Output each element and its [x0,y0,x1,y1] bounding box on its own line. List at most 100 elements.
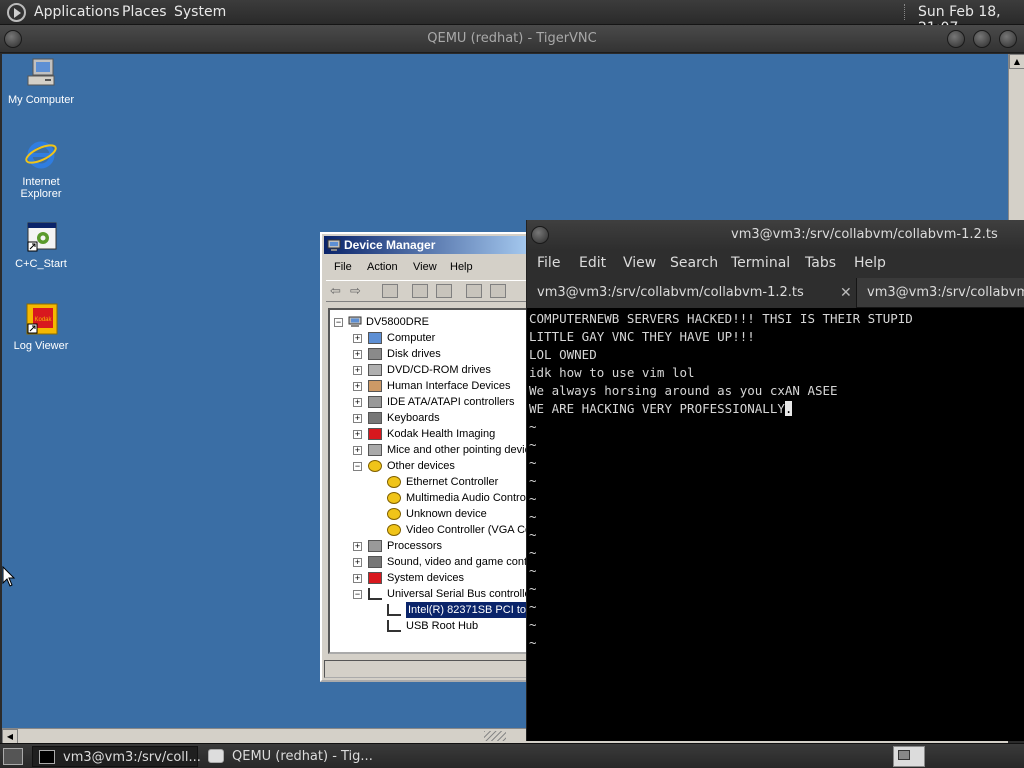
tree-item-label: System devices [387,572,465,584]
properties-icon[interactable] [412,284,428,298]
terminal-tab-active[interactable]: vm3@vm3:/srv/collabvm/collabvm-1.2.ts ✕ [527,278,857,308]
terminal-menu-search[interactable]: Search [670,255,718,271]
expand-icon[interactable]: + [353,558,362,567]
terminal-tab-inactive[interactable]: vm3@vm3:/srv/collabvm/c [857,278,1024,308]
expand-icon[interactable]: + [353,542,362,551]
taskbar-item-terminal[interactable]: vm3@vm3:/srv/coll... [32,746,201,767]
print-icon[interactable] [436,284,452,298]
tree-item-label: Video Controller (VGA Con [406,524,534,536]
tree-item-label: Universal Serial Bus controller [387,588,534,600]
back-icon[interactable]: ⇦ [330,283,341,299]
usb-icon [368,588,382,600]
maximize-icon[interactable] [973,30,991,48]
show-desktop-icon[interactable] [3,748,23,765]
internet-explorer-icon [24,138,58,172]
tree-item-label: Keyboards [387,412,440,424]
terminal-title: vm3@vm3:/srv/collabvm/collabvm-1.2.ts [731,227,998,242]
terminal-menu-file[interactable]: File [537,255,560,271]
workspace-switcher[interactable] [893,746,925,767]
menu-file[interactable]: File [334,261,352,273]
terminal-cursor: . [784,401,793,416]
terminal-menu-terminal[interactable]: Terminal [731,255,790,271]
device-category-icon [368,444,382,456]
expand-icon[interactable]: + [353,446,362,455]
system-menu[interactable]: System [174,4,226,20]
vim-empty-line-marker: ~ [529,509,537,524]
terminal-tab-label: vm3@vm3:/srv/collabvm/collabvm-1.2.ts [537,285,804,300]
expand-icon[interactable]: + [353,574,362,583]
tree-item-label: IDE ATA/ATAPI controllers [387,396,515,408]
collapse-icon[interactable]: − [353,462,362,471]
tree-item-label: Human Interface Devices [387,380,511,392]
menu-help[interactable]: Help [450,261,473,273]
expand-icon[interactable]: + [353,350,362,359]
vim-empty-line-marker: ~ [529,563,537,578]
collapse-icon[interactable]: − [353,590,362,599]
kodak-icon: Kodak [24,302,58,336]
tree-item-label: Ethernet Controller [406,476,499,488]
distro-logo-icon[interactable] [7,3,26,22]
desktop-icon-internet-explorer[interactable]: Internet Explorer [2,138,80,200]
vim-empty-line-marker: ~ [529,527,537,542]
help-icon[interactable] [466,284,482,298]
terminal-menu-view[interactable]: View [623,255,656,271]
expand-icon[interactable]: + [353,414,362,423]
tree-item-label: DVD/CD-ROM drives [387,364,491,376]
menu-view[interactable]: View [413,261,437,273]
show-hide-tree-icon[interactable] [382,284,398,298]
desktop-icon-label: Internet Explorer [20,176,62,200]
status-bar [324,660,528,678]
vim-empty-line-marker: ~ [529,419,537,434]
view-icon[interactable] [490,284,506,298]
expand-icon[interactable]: + [353,430,362,439]
taskbar-item-vnc[interactable]: QEMU (redhat) - Tig... [202,746,392,767]
terminal-menu-help[interactable]: Help [854,255,886,271]
window-menu-icon[interactable] [4,30,22,48]
terminal-menu-tabs[interactable]: Tabs [805,255,836,271]
tab-close-icon[interactable]: ✕ [840,278,852,308]
forward-icon[interactable]: ⇨ [350,283,361,299]
expand-icon[interactable]: + [353,366,362,375]
device-manager-title: Device Manager [344,238,436,252]
desktop-icon-my-computer[interactable]: My Computer [2,56,80,106]
device-category-icon [368,556,382,568]
menu-action[interactable]: Action [367,261,398,273]
terminal-line-text: We always horsing around as you cxAN ASE… [529,383,838,398]
applications-menu[interactable]: Applications [34,4,120,20]
desktop-icon-cc-start[interactable]: C+C_Start [2,220,80,270]
device-tree[interactable]: − DV5800DRE + Computer + Disk drives + DVD/CD… [328,308,534,654]
desktop-icon-log-viewer[interactable]: Kodak Log Viewer [2,302,80,352]
computer-icon [348,316,362,327]
scroll-left-icon[interactable]: ◀ [2,729,18,744]
terminal-line-text: WE ARE HACKING VERY PROFESSIONALLY [529,401,785,416]
tree-item-label: USB Root Hub [406,620,479,632]
device-category-icon [368,332,382,344]
terminal-tab-bar: vm3@vm3:/srv/collabvm/collabvm-1.2.ts ✕ … [527,278,1024,308]
expand-icon[interactable]: + [353,382,362,391]
terminal-window[interactable]: vm3@vm3:/srv/collabvm/collabvm-1.2.ts Fi… [526,220,1024,741]
scroll-up-icon[interactable]: ▲ [1009,54,1024,69]
terminal-output[interactable]: COMPUTERNEWB SERVERS HACKED!!! THSI IS T… [529,310,1023,740]
terminal-line: LOL OWNED [529,346,1023,364]
device-category-icon [368,428,382,440]
vim-empty-line-marker: ~ [529,545,537,560]
places-menu[interactable]: Places [122,4,167,20]
minimize-icon[interactable] [947,30,965,48]
terminal-line: COMPUTERNEWB SERVERS HACKED!!! THSI IS T… [529,310,1023,328]
terminal-window-menu-icon[interactable] [531,226,549,244]
vnc-window-titlebar[interactable]: QEMU (redhat) - TigerVNC [0,25,1024,53]
expand-icon[interactable]: + [353,334,362,343]
vim-empty-line-marker: ~ [529,635,537,650]
device-manager-titlebar[interactable]: Device Manager [324,236,530,254]
terminal-titlebar[interactable]: vm3@vm3:/srv/collabvm/collabvm-1.2.ts [527,220,1024,250]
terminal-menu-edit[interactable]: Edit [579,255,606,271]
device-manager-window[interactable]: Device Manager File Action View Help ⇦ ⇨… [320,232,534,682]
terminal-line: WE ARE HACKING VERY PROFESSIONALLY. [529,400,1023,418]
expand-icon[interactable]: + [353,398,362,407]
resize-grip-icon[interactable] [484,731,506,741]
collapse-icon[interactable]: − [334,318,343,327]
terminal-icon [39,750,55,764]
terminal-line: idk how to use vim lol [529,364,1023,382]
close-icon[interactable] [999,30,1017,48]
device-category-icon [368,348,382,360]
